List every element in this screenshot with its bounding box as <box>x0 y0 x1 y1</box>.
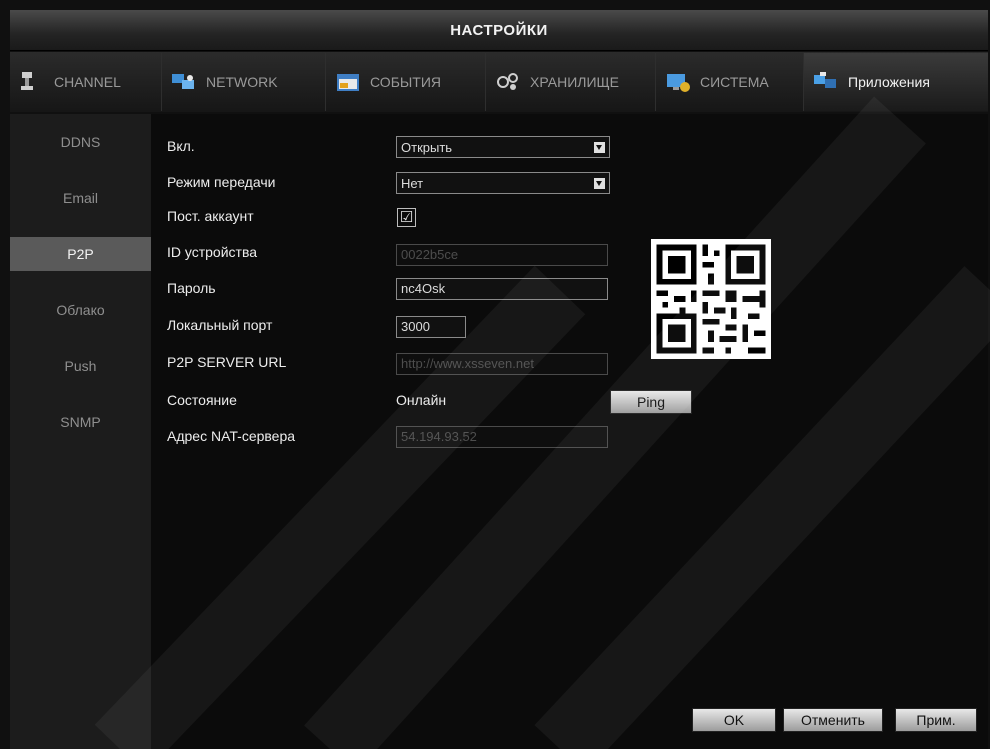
tab-system[interactable]: СИСТЕМА <box>656 53 804 111</box>
tab-applications[interactable]: Приложения <box>804 53 988 111</box>
local-port-field[interactable]: 3000 <box>396 316 466 338</box>
nat-server-label: Адрес NAT-сервера <box>167 428 296 444</box>
sidebar-item-push[interactable]: Push <box>10 338 151 394</box>
tab-label: ХРАНИЛИЩЕ <box>530 74 619 90</box>
sidebar-item-p2p[interactable]: P2P <box>10 237 151 271</box>
chevron-down-icon <box>594 141 605 153</box>
transfer-mode-select[interactable]: Нет <box>396 172 610 194</box>
qr-code-image <box>651 239 771 359</box>
cancel-button[interactable]: Отменить <box>783 708 883 732</box>
sidebar-item-ddns[interactable]: DDNS <box>10 114 151 170</box>
status-label: Состояние <box>167 392 237 408</box>
transfer-mode-value: Нет <box>401 175 424 191</box>
tab-channel[interactable]: CHANNEL <box>10 53 162 111</box>
enable-select[interactable]: Открыть <box>396 136 610 158</box>
ok-button[interactable]: OK <box>692 708 776 732</box>
calendar-icon <box>334 70 362 94</box>
camera-icon <box>18 70 46 94</box>
tab-label: СОБЫТИЯ <box>370 74 441 90</box>
network-icon <box>170 70 198 94</box>
enable-label: Вкл. <box>167 138 195 154</box>
tab-network[interactable]: NETWORK <box>162 53 326 111</box>
sidebar-item-email[interactable]: Email <box>10 170 151 226</box>
tab-events[interactable]: СОБЫТИЯ <box>326 53 486 111</box>
p2p-settings-panel: Вкл. Открыть Режим передачи Нет Пост. ак… <box>151 114 988 749</box>
main-tabs: CHANNEL NETWORK СОБЫТИЯ ХРАНИЛИЩЕ СИСТЕМ… <box>10 52 988 112</box>
permanent-account-label: Пост. аккаунт <box>167 208 254 224</box>
device-id-field: 0022b5ce <box>396 244 608 266</box>
nat-server-field: 54.194.93.52 <box>396 426 608 448</box>
apply-button[interactable]: Прим. <box>895 708 977 732</box>
local-port-label: Локальный порт <box>167 317 273 333</box>
tab-label: Приложения <box>848 74 930 90</box>
password-label: Пароль <box>167 280 216 296</box>
password-field[interactable]: nc4Osk <box>396 278 608 300</box>
status-value: Онлайн <box>396 392 447 408</box>
enable-value: Открыть <box>401 139 453 155</box>
device-id-label: ID устройства <box>167 244 258 260</box>
p2p-server-url-field: http://www.xsseven.net <box>396 353 608 375</box>
apps-icon <box>812 70 840 94</box>
transfer-mode-label: Режим передачи <box>167 174 276 190</box>
storage-icon <box>494 70 522 94</box>
tab-label: CHANNEL <box>54 74 121 90</box>
p2p-server-url-label: P2P SERVER URL <box>167 354 287 370</box>
sidebar-item-snmp[interactable]: SNMP <box>10 394 151 450</box>
tab-label: СИСТЕМА <box>700 74 769 90</box>
window-title: НАСТРОЙКИ <box>10 10 988 51</box>
tab-storage[interactable]: ХРАНИЛИЩЕ <box>486 53 656 111</box>
system-icon <box>664 70 692 94</box>
tab-label: NETWORK <box>206 74 278 90</box>
sidebar-item-cloud[interactable]: Облако <box>10 282 151 338</box>
chevron-down-icon <box>594 177 605 189</box>
sidebar: DDNS Email P2P Облако Push SNMP <box>10 114 151 749</box>
ping-button[interactable]: Ping <box>610 390 692 414</box>
permanent-account-checkbox[interactable]: ☑ <box>397 208 416 227</box>
settings-window: НАСТРОЙКИ CHANNEL NETWORK СОБЫТИЯ ХРАНИЛ… <box>0 0 990 749</box>
